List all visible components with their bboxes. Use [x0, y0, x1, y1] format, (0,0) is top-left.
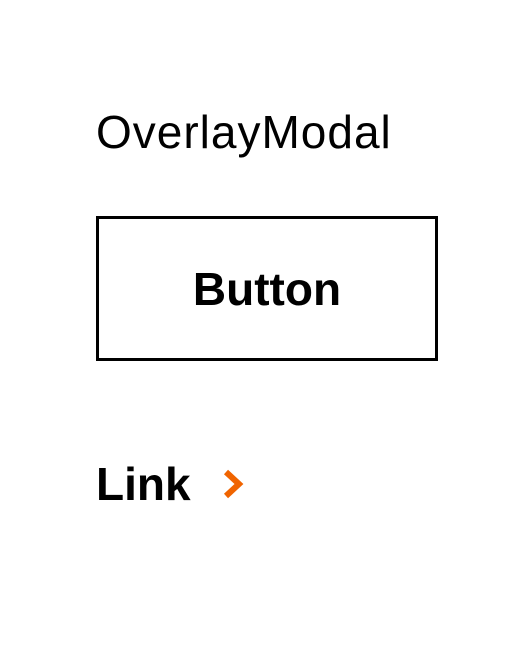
overlay-modal-title: OverlayModal [96, 106, 392, 158]
link[interactable]: Link [96, 456, 245, 512]
link-label: Link [96, 458, 191, 510]
chevron-right-icon [221, 468, 245, 500]
button-label: Button [192, 262, 342, 315]
primary-button[interactable]: Button [96, 216, 438, 361]
